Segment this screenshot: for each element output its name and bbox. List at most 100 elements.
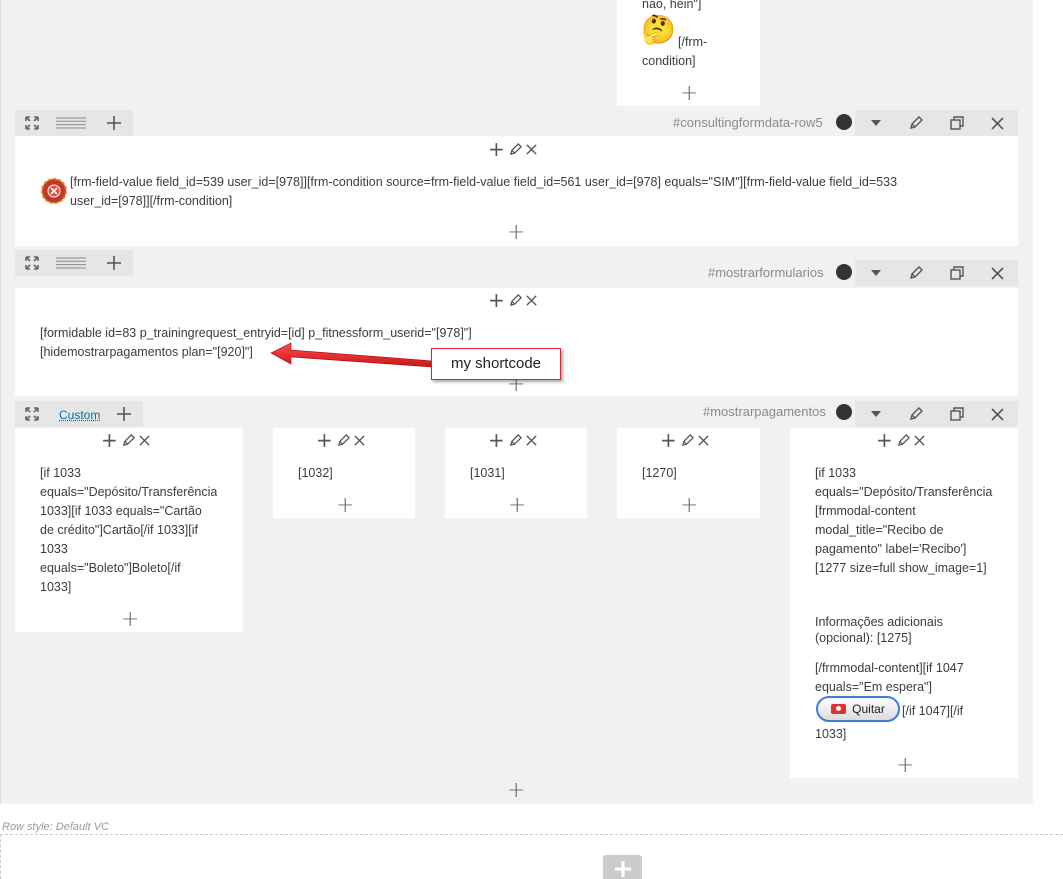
shortcode-text: 1033]	[815, 727, 847, 741]
column-5: + [if 1033 equals="Depósito/Transferênci…	[790, 428, 1018, 778]
add-row-button[interactable]: +	[507, 780, 525, 802]
column-tools: +	[660, 430, 709, 450]
shortcode-line: modal_title="Recibo de	[815, 523, 944, 537]
quitar-button-label: Quitar	[852, 702, 885, 716]
add-element-button[interactable]: +	[507, 222, 525, 244]
column-tools: +	[488, 290, 537, 310]
pencil-icon[interactable]	[122, 433, 135, 447]
shortcode-line: 1033]	[40, 580, 72, 594]
pencil-icon[interactable]	[337, 433, 350, 447]
shortcode-line: equals="Depósito/Transferência	[40, 485, 217, 499]
close-icon[interactable]	[526, 434, 537, 446]
pencil-icon[interactable]	[901, 110, 931, 136]
plus-icon	[614, 861, 631, 877]
close-icon[interactable]	[982, 401, 1012, 427]
shortcode-text: [/if 1047][/if	[902, 704, 964, 718]
close-icon[interactable]	[354, 434, 365, 446]
add-element-button[interactable]: +	[101, 430, 118, 450]
empty-row-area	[0, 834, 1063, 879]
pencil-icon[interactable]	[681, 433, 694, 447]
shortcode-line: user_id=[978]][/frm-condition]	[70, 194, 233, 208]
add-element-button[interactable]: +	[121, 609, 139, 631]
add-element-button[interactable]: +	[316, 430, 333, 450]
close-icon[interactable]	[526, 143, 537, 155]
close-icon[interactable]	[982, 260, 1012, 286]
fragment-text-line1: nao, hein"]	[642, 0, 702, 11]
shortcode-line: [frmmodal-content	[815, 504, 916, 518]
close-icon[interactable]	[698, 434, 709, 446]
add-element-button[interactable]: +	[680, 83, 698, 105]
pencil-icon[interactable]	[901, 260, 931, 286]
close-icon[interactable]	[982, 110, 1012, 136]
column-tools: +	[488, 430, 537, 450]
shortcode-line: Informações adicionais	[815, 615, 943, 629]
shortcode-text: [1270]	[642, 466, 677, 480]
close-icon[interactable]	[526, 294, 537, 306]
money-icon	[831, 704, 847, 714]
shortcode-line: [/frmmodal-content][if 1047	[815, 661, 964, 675]
pencil-icon[interactable]	[509, 142, 522, 156]
add-element-button[interactable]: +	[876, 430, 893, 450]
add-element-button[interactable]: +	[488, 430, 505, 450]
clone-icon[interactable]	[942, 110, 972, 136]
row-status-dot	[836, 114, 852, 130]
row-style-label: Row style: Default VC	[2, 821, 109, 833]
add-element-button[interactable]: +	[680, 495, 698, 517]
shortcode-text: Informações adicionais (opcional): [1275…	[815, 614, 1005, 646]
add-element-button[interactable]: +	[336, 495, 354, 517]
shortcode-text: [/frmmodal-content][if 1047 equals="Em e…	[815, 659, 1010, 697]
expand-icon[interactable]	[17, 110, 47, 136]
add-element-button[interactable]: +	[896, 755, 914, 777]
shortcode-line: de crédito"]Cartão[/if 1033][if	[40, 523, 198, 537]
shortcode-line: [if 1033	[815, 466, 857, 480]
row-id-label: #consultingformdata-row5	[673, 115, 823, 130]
chevron-down-icon[interactable]	[861, 401, 891, 427]
add-column-button[interactable]	[109, 401, 139, 427]
expand-icon[interactable]	[17, 401, 47, 427]
pencil-icon[interactable]	[509, 293, 522, 307]
column-tools: +	[876, 430, 925, 450]
add-element-button[interactable]: +	[488, 139, 505, 159]
chevron-down-icon[interactable]	[861, 260, 891, 286]
shortcode-text: [if 1033 equals="Depósito/Transferência …	[815, 464, 993, 578]
custom-layout-link[interactable]: Custom	[59, 401, 100, 429]
callout-arrow-icon	[270, 342, 434, 368]
pencil-icon[interactable]	[509, 433, 522, 447]
add-element-button[interactable]: +	[508, 495, 526, 517]
clone-icon[interactable]	[942, 260, 972, 286]
add-element-button[interactable]: +	[488, 290, 505, 310]
clone-icon[interactable]	[942, 401, 972, 427]
add-new-row-button[interactable]	[603, 855, 642, 879]
close-icon[interactable]	[914, 434, 925, 446]
chevron-down-icon[interactable]	[861, 110, 891, 136]
add-column-button[interactable]	[99, 250, 129, 276]
thinking-emoji-icon: 🤔	[641, 14, 676, 45]
shortcode-line: 1033][if 1033 equals="Cartão	[40, 504, 202, 518]
row-status-dot	[836, 264, 852, 280]
shortcode-line: (opcional): [1275]	[815, 631, 912, 645]
add-column-button[interactable]	[99, 110, 129, 136]
top-column-fragment: nao, hein"] 🤔 [/frm- condition] +	[617, 0, 760, 106]
callout-label: my shortcode	[431, 348, 561, 380]
shortcode-line: equals="Em espera"]	[815, 680, 932, 694]
pencil-icon[interactable]	[901, 401, 931, 427]
row-status-dot	[836, 404, 852, 420]
add-element-button[interactable]: +	[660, 430, 677, 450]
shortcode-line: equals="Depósito/Transferência	[815, 485, 993, 499]
shortcode-line: [frm-field-value field_id=539 user_id=[9…	[70, 175, 898, 189]
quitar-button[interactable]: Quitar	[816, 696, 900, 722]
close-icon[interactable]	[139, 434, 150, 446]
column-tools: +	[316, 430, 365, 450]
fragment-text-line3: condition]	[642, 54, 696, 68]
row-controls-right	[855, 110, 1018, 136]
shortcode-line: [if 1033	[40, 466, 82, 480]
drag-handle-icon[interactable]	[55, 250, 87, 276]
pencil-icon[interactable]	[897, 433, 910, 447]
row-id-label: #mostrarpagamentos	[703, 404, 826, 419]
shortcode-text: [1031]	[470, 466, 505, 480]
drag-handle-icon[interactable]	[55, 110, 87, 136]
row-controls-left	[15, 250, 133, 276]
column-tools: +	[488, 139, 537, 159]
shortcode-line: equals="Boleto"]Boleto[/if	[40, 561, 181, 575]
expand-icon[interactable]	[17, 250, 47, 276]
